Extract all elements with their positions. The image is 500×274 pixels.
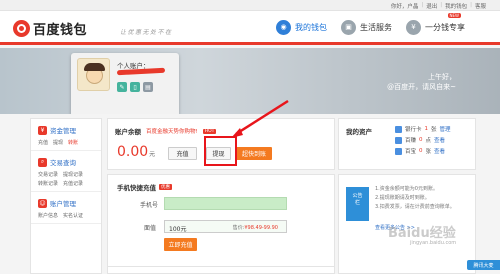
notice-list: 1.资金余额可能为0元到账。 2.提现账期请及时到账。 3.扣费发票，请在计费前… [375,186,455,210]
amount-value: 0.00 [117,144,149,160]
notice-badge: 公告 栏 [346,187,369,221]
amount-select[interactable]: 100元 售价:¥98.49-99.90 [164,220,287,233]
id-card-icon[interactable]: ▤ [143,82,153,92]
sidebar-item-transfer[interactable]: 转账 [68,139,78,146]
voucher-icon [395,147,402,155]
sidebar-group-transactions: ⌕ 交易查询 交易记录 提现记录 转账记录 充值记录 [31,151,101,192]
new-badge: NEW [447,13,461,18]
greeting: 上午好， @百度开，请风自来~ [387,72,456,92]
funds-icon: ¥ [38,125,47,135]
amount-selected: 100元 [169,226,187,233]
search-icon: ⌕ [38,157,47,167]
sidebar-item-recharge[interactable]: 充值 [38,139,48,146]
charge-now-button[interactable]: 立即充值 [164,238,197,251]
notice-item[interactable]: 3.扣费发票，请在计费前查询账单。 [375,204,455,210]
redacted-name [116,67,166,76]
nav-life-service[interactable]: ▣ 生活服务 [341,17,392,37]
view-link[interactable]: 查看 [434,147,445,155]
amount-unit: 元 [149,151,156,158]
account-card: 个人账户： ✎ ▯ ▤ [71,53,179,114]
notice-item[interactable]: 2.提现账期请及时到账。 [375,195,455,201]
logout-link[interactable]: 退出 [426,2,437,10]
sidebar-title: ⌕ 交易查询 [38,157,96,167]
sidebar-item-recharge-records[interactable]: 充值记录 [63,180,83,187]
asset-row-vouchers: 百宝 0 张 查看 [395,147,451,155]
slogan: 让优惠无处不在 [120,29,173,36]
my-wallet-link[interactable]: 我的钱包 [445,2,467,10]
assets-panel: 我的资产 银行卡 1 张 管理 百赚 0 点 查看 百宝 0 张 查看 [338,118,476,170]
sidebar-item-trade-records[interactable]: 交易记录 [38,171,58,178]
promo-link[interactable]: 百度金融天势你购物! [146,127,198,135]
top-links: 你好，户晶 | 退出 | 我的钱包 | 客服 [390,2,486,10]
sidebar-group-account: ☺ 账户管理 账户信息 实名认证 [31,192,101,224]
avatar[interactable] [77,58,110,91]
greeting-line: 上午好， [428,73,456,81]
asset-list: 银行卡 1 张 管理 百赚 0 点 查看 百宝 0 张 查看 [395,125,451,155]
sidebar: ¥ 资金管理 充值 提现 转账 ⌕ 交易查询 交易记录 提现记录 转账记录 充值… [30,118,102,274]
sidebar-links: 账户信息 实名认证 [38,212,96,219]
asset-row-points: 百赚 0 点 查看 [395,136,451,144]
nav-label: 一分钱专享 [425,22,465,32]
points-icon [395,136,402,144]
wallet-icon: ◉ [276,19,291,35]
highlight-box [204,136,237,166]
sidebar-title: ☺ 账户管理 [38,198,76,208]
sidebar-links: 交易记录 提现记录 转账记录 充值记录 [38,171,96,187]
nav-one-cent[interactable]: ¥ 一分钱专享 NEW [406,13,465,37]
edit-icon[interactable]: ✎ [117,82,127,92]
nav-label: 我的钱包 [295,22,327,32]
watermark-url: jingyan.baidu.com [410,240,457,246]
sidebar-group-funds: ¥ 资金管理 充值 提现 转账 [31,119,101,151]
amount-label: 面值 [144,225,157,232]
banner: 个人账户： ✎ ▯ ▤ 上午好， @百度开，请风自来~ [0,48,500,114]
fast-transfer-button[interactable]: 超快到账 [236,147,272,160]
logo[interactable]: 百度钱包 [13,19,87,38]
sidebar-links: 充值 提现 转账 [38,139,96,146]
sidebar-item-withdraw-records[interactable]: 提现记录 [63,171,83,178]
coin-icon: ¥ [406,19,421,35]
sidebar-title: ¥ 资金管理 [38,125,96,135]
balance-header: 账户余额 百度金融天势你购物! HOT [115,126,217,136]
nav-label: 生活服务 [360,22,392,32]
price-info: 售价:¥98.49-99.90 [232,225,278,231]
quick-recharge-title: 手机快捷充值 优惠 [117,184,172,192]
balance-amount: 0.00元 [117,144,155,160]
watermark: Baidu经验 [388,226,456,241]
phone-label: 手机号 [140,202,159,209]
notice-item[interactable]: 1.资金余额可能为0元到账。 [375,186,455,192]
sidebar-item-account-info[interactable]: 账户信息 [38,212,58,219]
hot-badge: HOT [202,128,217,134]
service-icon: ▣ [341,19,356,35]
view-link[interactable]: 查看 [434,136,445,144]
next-section-panel [107,266,335,274]
sidebar-item-verification[interactable]: 实名认证 [63,212,83,219]
bank-card-icon [395,125,402,133]
quick-recharge-panel: 手机快捷充值 优惠 手机号 面值 100元 售价:¥98.49-99.90 立即… [107,174,335,274]
discount-badge: 优惠 [159,184,172,190]
greeting-line: @百度开，请风自来~ [387,83,456,91]
manage-link[interactable]: 管理 [440,125,451,133]
logo-text: 百度钱包 [33,23,88,38]
top-bar: 你好，户晶 | 退出 | 我的钱包 | 客服 [0,0,500,11]
phone-input[interactable] [164,197,287,210]
assets-title: 我的资产 [346,128,372,136]
support-link[interactable]: 客服 [475,2,486,10]
greeting-link: 你好，户晶 [390,4,419,10]
nav-my-wallet[interactable]: ◉ 我的钱包 [276,17,327,37]
account-icons: ✎ ▯ ▤ [117,82,153,92]
user-icon: ☺ [38,198,47,208]
logo-icon [13,20,30,37]
asset-row-bank-card: 银行卡 1 张 管理 [395,125,451,133]
sidebar-item-transfer-records[interactable]: 转账记录 [38,180,58,187]
main-nav: ◉ 我的钱包 ▣ 生活服务 ¥ 一分钱专享 NEW [276,13,465,37]
help-chip[interactable]: 腾讯大麦 [467,260,500,270]
recharge-button[interactable]: 充值 [168,147,197,160]
phone-icon[interactable]: ▯ [130,82,140,92]
balance-title: 账户余额 [115,128,141,136]
sidebar-item-withdraw[interactable]: 提现 [53,139,63,146]
avatar-hair [84,63,105,71]
header: 百度钱包 让优惠无处不在 ◉ 我的钱包 ▣ 生活服务 ¥ 一分钱专享 NEW [0,11,500,45]
